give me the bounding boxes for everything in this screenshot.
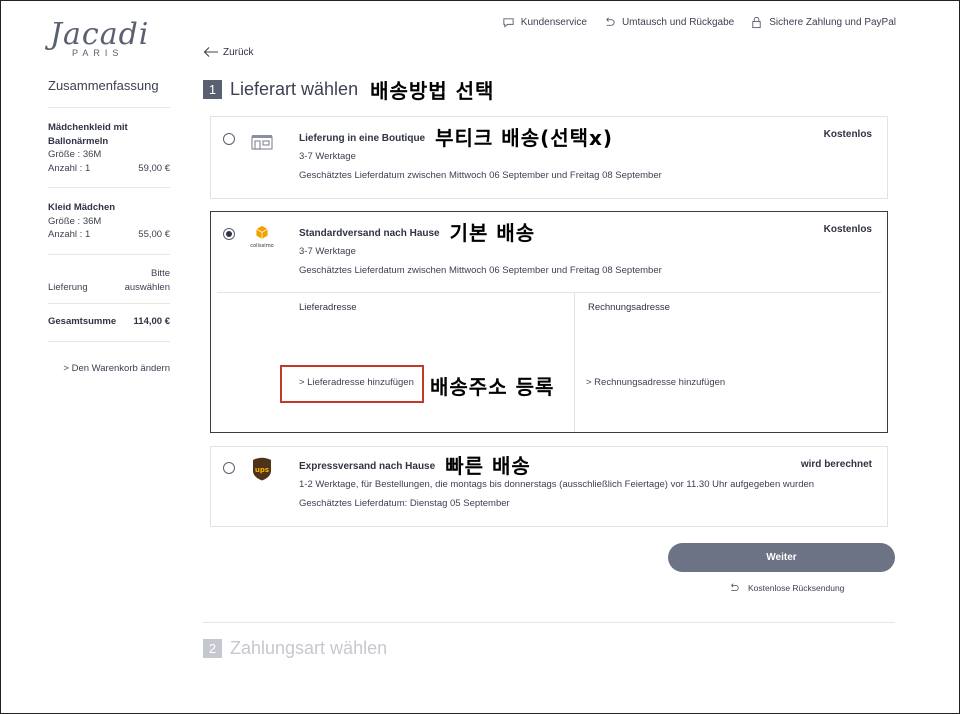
ups-label: ups xyxy=(255,466,269,474)
option-title: Standardversand nach Hause xyxy=(299,227,440,239)
back-link[interactable]: Zurück xyxy=(203,46,254,58)
delivery-value: Bitte auswählen xyxy=(124,267,170,293)
free-return-label: Kostenlose Rücksendung xyxy=(748,583,845,593)
delivery-address-column: Lieferadresse > Lieferadresse hinzufügen… xyxy=(217,293,575,432)
nav-secure-payment[interactable]: Sichere Zahlung und PayPal xyxy=(750,16,896,29)
summary-title: Zusammenfassung xyxy=(48,78,170,108)
billing-address-column: Rechnungsadresse > Rechnungsadresse hinz… xyxy=(575,293,881,432)
item-price: 55,00 € xyxy=(138,229,170,240)
delivery-option-standard[interactable]: colissimo Standardversand nach Hause 기본 … xyxy=(210,211,888,433)
return-icon xyxy=(606,17,615,26)
annotation-address: 배송주소 등록 xyxy=(430,375,555,399)
item-name: Kleid Mädchen xyxy=(48,202,116,213)
change-cart-link[interactable]: > Den Warenkorb ändern xyxy=(48,342,170,374)
total-label: Gesamtsumme xyxy=(48,315,117,327)
item-qty: Anzahl : 1 xyxy=(48,162,91,174)
ups-logo: ups xyxy=(249,456,275,482)
address-section: Lieferadresse > Lieferadresse hinzufügen… xyxy=(217,292,881,432)
option-estimated-date: Geschätztes Lieferdatum zwischen Mittwoc… xyxy=(299,265,662,276)
add-billing-address-link[interactable]: > Rechnungsadresse hinzufügen xyxy=(586,377,725,388)
delivery-label: Lieferung xyxy=(48,281,88,293)
nav-customer-service[interactable]: Kundenservice xyxy=(502,16,587,29)
colissimo-label: colissimo xyxy=(250,243,274,249)
option-text: Standardversand nach Hause 기본 배송 3-7 Wer… xyxy=(299,220,662,280)
step-number: 2 xyxy=(203,639,222,658)
option-title-row: Lieferung in eine Boutique 부티크 배송(선택x) xyxy=(299,125,662,150)
item-qty-row: Anzahl : 1 59,00 € xyxy=(48,162,170,176)
item-size: Größe : 36M xyxy=(48,215,102,227)
annotation-express: 빠른 배송 xyxy=(445,453,531,478)
option-delivery-time: 3-7 Werktage xyxy=(299,246,356,257)
back-label: Zurück xyxy=(223,46,254,58)
nav-exchange-return[interactable]: Umtausch und Rückgabe xyxy=(603,16,734,29)
option-row: colissimo Standardversand nach Hause 기본 … xyxy=(211,212,887,292)
delivery-option-express[interactable]: ups Expressversand nach Hause 빠른 배송 1-2 … xyxy=(210,446,888,527)
colissimo-logo: colissimo xyxy=(249,224,275,250)
annotation-boutique: 부티크 배송(선택x) xyxy=(435,125,614,150)
option-price: Kostenlos xyxy=(823,224,872,235)
summary-item: Mädchenkleid mit Ballonärmeln Größe : 36… xyxy=(48,108,170,188)
item-qty-row: Anzahl : 1 55,00 € xyxy=(48,228,170,242)
option-title: Lieferung in eine Boutique xyxy=(299,132,426,144)
option-title-row: Standardversand nach Hause 기본 배송 xyxy=(299,220,662,245)
section-divider xyxy=(203,622,895,623)
option-estimated-date: Geschätztes Lieferdatum: Dienstag 05 Sep… xyxy=(299,498,510,509)
option-price: Kostenlos xyxy=(823,129,872,140)
option-delivery-time: 1-2 Werktage, für Bestellungen, die mont… xyxy=(299,479,815,490)
free-return-note: Kostenlose Rücksendung xyxy=(728,582,844,594)
option-row: Lieferung in eine Boutique 부티크 배송(선택x) 3… xyxy=(211,117,887,199)
option-text: Expressversand nach Hause 빠른 배송 1-2 Werk… xyxy=(299,453,815,513)
step-1-header: 1 Lieferart wählen 배송방법 선택 xyxy=(203,75,494,104)
step-2-header[interactable]: 2 Zahlungsart wählen xyxy=(203,638,387,659)
arrow-left-icon xyxy=(203,47,218,57)
store-icon xyxy=(249,129,275,155)
jacadi-logo[interactable]: Jacadi PARIS xyxy=(50,17,150,59)
return-icon xyxy=(731,583,739,591)
chat-icon xyxy=(503,18,514,28)
summary-item: Kleid Mädchen Größe : 36M Anzahl : 1 55,… xyxy=(48,188,170,255)
item-name: Mädchenkleid mit Ballonärmeln xyxy=(48,122,128,147)
nav-label: Kundenservice xyxy=(520,17,587,28)
order-summary: Zusammenfassung Mädchenkleid mit Ballonä… xyxy=(48,78,170,374)
option-price: wird berechnet xyxy=(800,459,872,470)
step-title: Zahlungsart wählen xyxy=(230,638,388,658)
step-title: Lieferart wählen xyxy=(230,79,359,99)
delivery-option-boutique[interactable]: Lieferung in eine Boutique 부티크 배송(선택x) 3… xyxy=(210,116,888,199)
item-qty: Anzahl : 1 xyxy=(48,229,91,240)
option-title: Expressversand nach Hause xyxy=(299,460,436,472)
option-title-row: Expressversand nach Hause 빠른 배송 xyxy=(299,453,814,478)
logo-wordmark: Jacadi xyxy=(50,17,150,52)
annotation-standard: 기본 배송 xyxy=(449,220,536,245)
option-row: ups Expressversand nach Hause 빠른 배송 1-2 … xyxy=(211,447,887,529)
next-button[interactable]: Weiter xyxy=(668,543,895,572)
lock-icon xyxy=(752,16,761,29)
item-size: Größe : 36M xyxy=(48,149,102,160)
summary-total-row: Gesamtsumme 114,00 € xyxy=(48,304,170,342)
top-nav: Kundenservice Umtausch und Rückgabe Sich… xyxy=(502,16,896,29)
radio-express[interactable] xyxy=(223,462,235,474)
step-number: 1 xyxy=(203,80,222,99)
summary-delivery-row: Lieferung Bitte auswählen xyxy=(48,255,170,304)
option-delivery-time: 3-7 Werktage xyxy=(299,151,356,162)
option-estimated-date: Geschätztes Lieferdatum zwischen Mittwoc… xyxy=(299,170,662,181)
add-delivery-address-link[interactable]: > Lieferadresse hinzufügen xyxy=(299,377,414,388)
annotation-delivery-method: 배송방법 선택 xyxy=(370,79,495,103)
radio-standard[interactable] xyxy=(223,228,235,240)
total-value: 114,00 € xyxy=(133,315,170,327)
billing-address-heading: Rechnungsadresse xyxy=(588,302,670,313)
item-price: 59,00 € xyxy=(138,162,170,174)
delivery-address-heading: Lieferadresse xyxy=(299,302,357,313)
option-text: Lieferung in eine Boutique 부티크 배송(선택x) 3… xyxy=(299,125,662,185)
nav-label: Umtausch und Rückgabe xyxy=(621,17,735,28)
radio-boutique[interactable] xyxy=(223,133,235,145)
nav-label: Sichere Zahlung und PayPal xyxy=(769,17,896,28)
